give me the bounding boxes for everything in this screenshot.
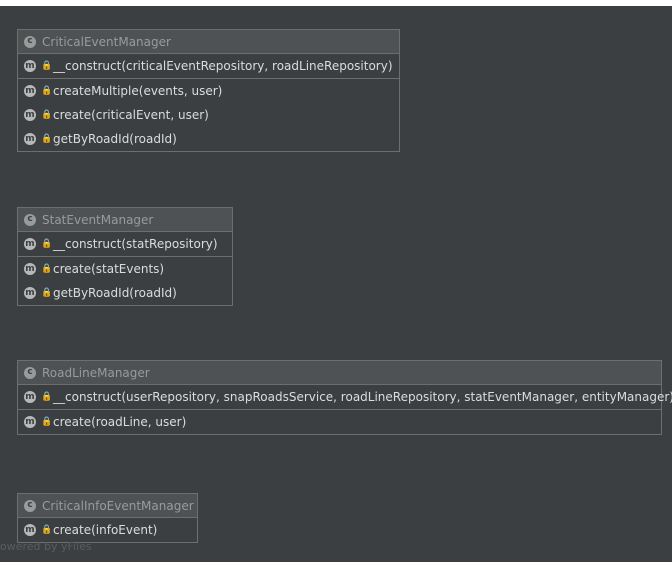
method-row[interactable]: m 🔒 createMultiple(events, user) [18, 79, 399, 103]
class-name: CriticalInfoEventManager [42, 498, 194, 513]
uml-class-stat-event-manager[interactable]: c StatEventManager m 🔒 __construct(statR… [17, 207, 233, 306]
method-icon: m [24, 391, 36, 403]
methods-section: m 🔒 create(statEvents) m 🔒 getByRoadId(r… [18, 257, 232, 305]
method-icon: m [24, 524, 36, 536]
method-row[interactable]: m 🔒 __construct(criticalEventRepository,… [18, 54, 399, 78]
method-row[interactable]: m 🔒 __construct(statRepository) [18, 232, 232, 256]
method-signature: __construct(criticalEventRepository, roa… [53, 59, 393, 73]
class-name: CriticalEventManager [42, 34, 171, 49]
lock-icon: 🔒 [41, 392, 53, 402]
class-icon: c [24, 499, 36, 512]
method-signature: __construct(userRepository, snapRoadsSer… [53, 390, 672, 404]
method-row[interactable]: m 🔒 getByRoadId(roadId) [18, 127, 399, 151]
constructor-section: m 🔒 __construct(userRepository, snapRoad… [18, 385, 672, 410]
method-row[interactable]: m 🔒 create(infoEvent) [18, 518, 197, 542]
class-name: RoadLineManager [42, 365, 150, 380]
method-icon: m [24, 238, 36, 250]
method-signature: getByRoadId(roadId) [53, 286, 177, 300]
uml-class-critical-info-event-manager[interactable]: c CriticalInfoEventManager m 🔒 create(in… [17, 493, 198, 543]
method-row[interactable]: m 🔒 create(statEvents) [18, 257, 232, 281]
method-row[interactable]: m 🔒 __construct(userRepository, snapRoad… [18, 385, 672, 409]
constructor-section: m 🔒 __construct(statRepository) [18, 232, 232, 257]
method-signature: getByRoadId(roadId) [53, 132, 177, 146]
method-icon: m [24, 263, 36, 275]
constructor-section: m 🔒 __construct(criticalEventRepository,… [18, 54, 399, 79]
method-signature: create(roadLine, user) [53, 415, 187, 429]
methods-section: m 🔒 create(infoEvent) [18, 518, 197, 542]
method-icon: m [24, 287, 36, 299]
lock-icon: 🔒 [41, 61, 53, 71]
lock-icon: 🔒 [41, 110, 53, 120]
lock-icon: 🔒 [41, 239, 53, 249]
method-signature: createMultiple(events, user) [53, 84, 223, 98]
method-signature: create(criticalEvent, user) [53, 108, 209, 122]
lock-icon: 🔒 [41, 134, 53, 144]
method-signature: __construct(statRepository) [53, 237, 218, 251]
method-icon: m [24, 133, 36, 145]
class-icon: c [24, 213, 36, 226]
lock-icon: 🔒 [41, 288, 53, 298]
method-icon: m [24, 109, 36, 121]
method-row[interactable]: m 🔒 create(criticalEvent, user) [18, 103, 399, 127]
method-row[interactable]: m 🔒 create(roadLine, user) [18, 410, 661, 434]
method-icon: m [24, 416, 36, 428]
method-signature: create(statEvents) [53, 262, 165, 276]
methods-section: m 🔒 createMultiple(events, user) m 🔒 cre… [18, 79, 399, 151]
class-icon: c [24, 366, 36, 379]
class-header: c CriticalInfoEventManager [18, 494, 197, 518]
lock-icon: 🔒 [41, 417, 53, 427]
class-icon: c [24, 35, 36, 48]
lock-icon: 🔒 [41, 525, 53, 535]
method-row[interactable]: m 🔒 getByRoadId(roadId) [18, 281, 232, 305]
uml-class-road-line-manager[interactable]: c RoadLineManager m 🔒 __construct(userRe… [17, 360, 672, 435]
method-signature: create(infoEvent) [53, 523, 158, 537]
lock-icon: 🔒 [41, 264, 53, 274]
method-icon: m [24, 60, 36, 72]
methods-section: m 🔒 create(roadLine, user) [18, 410, 661, 434]
uml-class-critical-event-manager[interactable]: c CriticalEventManager m 🔒 __construct(c… [17, 29, 400, 152]
method-icon: m [24, 85, 36, 97]
class-header: c RoadLineManager [18, 361, 661, 385]
yfiles-watermark: owered by yFiles [0, 540, 92, 553]
class-name: StatEventManager [42, 212, 154, 227]
class-header: c CriticalEventManager [18, 30, 399, 54]
class-header: c StatEventManager [18, 208, 232, 232]
lock-icon: 🔒 [41, 86, 53, 96]
top-border [0, 0, 672, 6]
